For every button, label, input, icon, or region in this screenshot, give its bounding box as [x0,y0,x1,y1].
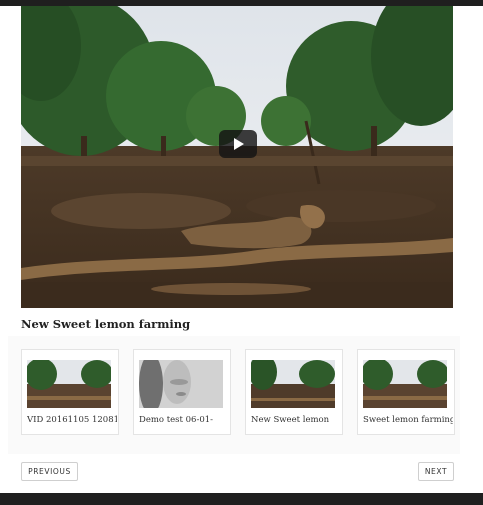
playlist-item-label: Sweet lemon farming [363,415,453,425]
video-gallery-panel: New Sweet lemon farming VID 20161105 120… [0,6,483,493]
previous-button[interactable]: PREVIOUS [21,462,78,481]
video-title: New Sweet lemon farming [21,317,191,331]
playlist-item-label: VID 20161105 120818 [27,415,117,425]
play-button[interactable] [219,130,257,158]
playlist-item-label: Demo test 06-01- [139,415,214,425]
next-button[interactable]: NEXT [418,462,454,481]
playlist-item[interactable]: Sweet lemon farming [357,349,455,435]
video-player[interactable] [21,6,453,308]
video-thumbnail [251,360,335,408]
playlist-item[interactable]: VID 20161105 120818 [21,349,119,435]
play-icon [234,138,244,150]
video-thumbnail [363,360,447,408]
bottom-bar [0,493,483,505]
video-thumbnail [27,360,111,408]
playlist-item[interactable]: Demo test 06-01- [133,349,231,435]
playlist-item[interactable]: New Sweet lemon [245,349,343,435]
video-thumbnail [139,360,223,408]
playlist-item-label: New Sweet lemon [251,415,330,425]
